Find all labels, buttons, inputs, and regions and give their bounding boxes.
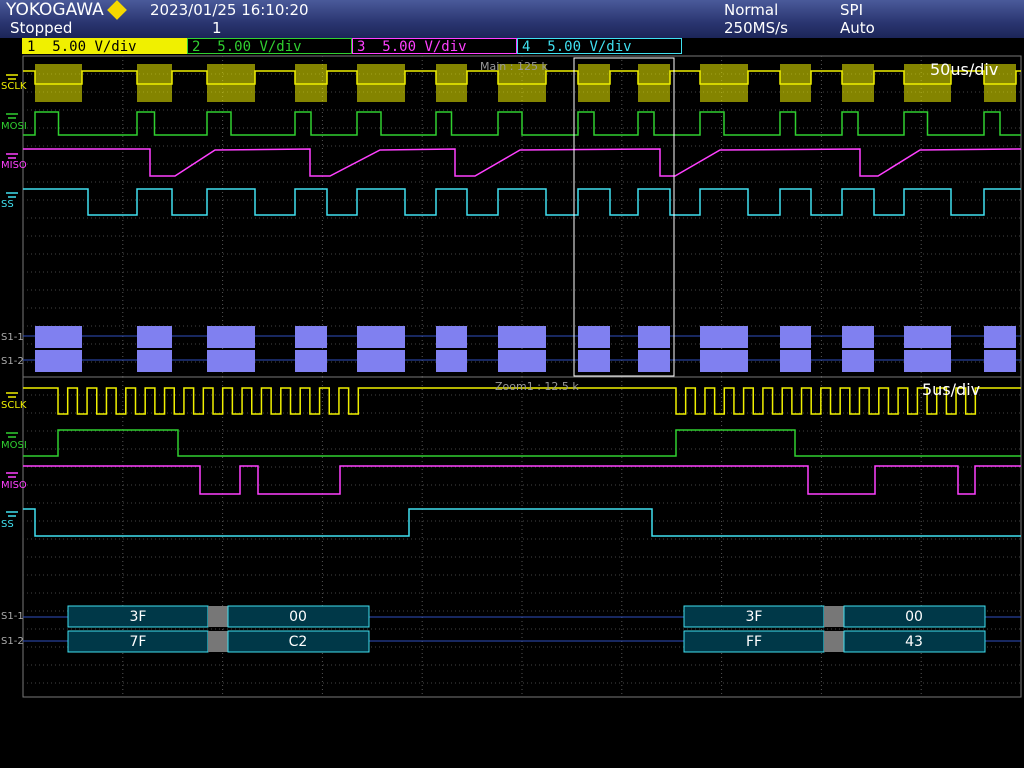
channel-2-scale[interactable]: 2 5.00 V/div: [187, 38, 352, 55]
channel-2-scale-value: 5.00 V/div: [217, 39, 302, 55]
zoom-label-sclk: SCLK: [1, 400, 27, 411]
main-bus-block-1: [984, 326, 1016, 348]
graticule: [22, 55, 1022, 698]
channel-1-scale-value: 5.00 V/div: [52, 39, 137, 55]
sclk-main-burst: [35, 64, 82, 102]
main-bus-block-2: [700, 350, 748, 372]
channel-1-scale[interactable]: 1 5.00 V/div: [22, 38, 187, 55]
main-label-ss: SS: [1, 199, 14, 210]
decode-value-r2-3: FF: [746, 634, 762, 650]
main-bus-block-2: [842, 350, 874, 372]
main-label-sclk: SCLK: [1, 81, 27, 92]
miso-main-trace: [23, 148, 1022, 177]
decode-gap-r2-b: [824, 631, 844, 652]
decode-value-r1-4: 00: [905, 609, 923, 625]
channel-3-scale-value: 5.00 V/div: [382, 39, 467, 55]
channel-4-number: 4: [522, 39, 531, 55]
channel-3-number: 3: [357, 39, 366, 55]
main-bus-block-2: [137, 350, 172, 372]
channel-4-scale[interactable]: 4 5.00 V/div: [517, 38, 682, 55]
main-bus-block-1: [436, 326, 467, 348]
main-bus-block-1: [700, 326, 748, 348]
main-bus-block-2: [35, 350, 82, 372]
main-bus-block-2: [436, 350, 467, 372]
main-bus-block-2: [498, 350, 546, 372]
main-label-miso: MISO: [1, 160, 27, 171]
decode-value-r2-4: 43: [905, 634, 923, 650]
sclk-main-burst: [295, 64, 327, 102]
decode-gap-r2-a: [208, 631, 228, 652]
main-bus-block-1: [137, 326, 172, 348]
waveform-display[interactable]: Main : 125 k 50us/div Zoom1 : 12.5 k 5us…: [0, 54, 1024, 768]
acq-count: 1: [212, 19, 222, 37]
zoom-label-mosi: MOSI: [1, 440, 27, 451]
sclk-main-burst: [137, 64, 172, 102]
brand-logo: YOKOGAWA: [6, 0, 104, 20]
main-bus-block-2: [207, 350, 255, 372]
sclk-main-burst: [578, 64, 610, 102]
main-bus-block-1: [578, 326, 610, 348]
sample-rate: 250MS/s: [724, 19, 788, 37]
sclk-main-burst: [207, 64, 255, 102]
channel-4-scale-value: 5.00 V/div: [547, 39, 632, 55]
decode-value-r1-2: 00: [289, 609, 307, 625]
main-bus-block-2: [295, 350, 327, 372]
channel-1-number: 1: [27, 39, 36, 55]
main-bus-block-2: [638, 350, 670, 372]
sclk-main-burst: [700, 64, 748, 102]
main-bus-block-1: [638, 326, 670, 348]
decode-value-r2-2: C2: [289, 634, 308, 650]
status-header: YOKOGAWA Stopped 2023/01/25 16:10:20 1 N…: [0, 0, 1024, 38]
trigger-type: SPI: [840, 1, 863, 19]
channel-2-number: 2: [192, 39, 201, 55]
decode-value-r2-1: 7F: [130, 634, 147, 650]
sclk-main-burst: [357, 64, 405, 102]
main-window-label: Main : 125 k: [480, 60, 548, 73]
main-bus-block-2: [357, 350, 405, 372]
main-timebase: 50us/div: [930, 60, 998, 79]
zoom-bus-label-2: S1-2: [1, 636, 24, 647]
decode-gap-r1-b: [824, 606, 844, 627]
decode-value-r1-1: 3F: [130, 609, 147, 625]
mosi-main-trace: [23, 111, 1021, 136]
sclk-main-burst: [436, 64, 467, 102]
datetime: 2023/01/25 16:10:20: [150, 1, 309, 19]
main-bus-block-1: [780, 326, 811, 348]
zoom-label-miso: MISO: [1, 480, 27, 491]
sclk-main-burst: [842, 64, 874, 102]
main-bus-block-1: [357, 326, 405, 348]
main-bus-block-2: [904, 350, 951, 372]
main-label-mosi: MOSI: [1, 121, 27, 132]
main-bus-block-1: [498, 326, 546, 348]
trigger-setting: Auto: [840, 19, 875, 37]
decode-value-r1-3: 3F: [746, 609, 763, 625]
zoom-timebase: 5us/div: [922, 380, 980, 399]
main-bus-block-1: [295, 326, 327, 348]
zoom-window-label: Zoom1 : 12.5 k: [495, 380, 579, 393]
sclk-main-burst: [780, 64, 811, 102]
main-bus-label-2: S1-2: [1, 356, 24, 367]
main-bus-block-2: [780, 350, 811, 372]
sclk-main-burst: [638, 64, 670, 102]
decode-gap-r1-a: [208, 606, 228, 627]
main-bus-block-2: [578, 350, 610, 372]
channel-3-scale[interactable]: 3 5.00 V/div: [352, 38, 517, 55]
main-bus-block-1: [904, 326, 951, 348]
main-bus-block-2: [984, 350, 1016, 372]
main-bus-label-1: S1-1: [1, 332, 24, 343]
main-bus-block-1: [207, 326, 255, 348]
trigger-mode: Normal: [724, 1, 779, 19]
brand-diamond-icon: [107, 0, 127, 20]
main-bus-block-1: [35, 326, 82, 348]
main-bus-block-1: [842, 326, 874, 348]
zoom-label-ss: SS: [1, 519, 14, 530]
zoom-bus-label-1: S1-1: [1, 611, 24, 622]
acq-status: Stopped: [10, 19, 73, 37]
waveform-traces: [6, 64, 1022, 642]
